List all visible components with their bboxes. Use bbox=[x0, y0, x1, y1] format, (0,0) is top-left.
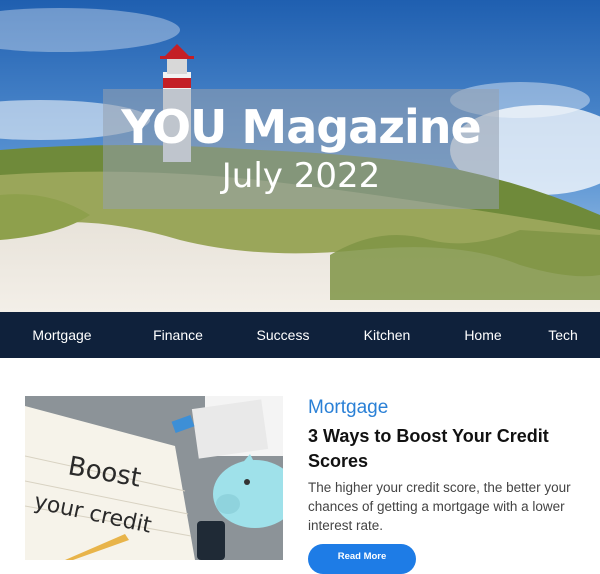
category-nav-bar: Mortgage Finance Success Kitchen Home Te… bbox=[0, 312, 600, 358]
article-image[interactable]: Boost your credit bbox=[25, 396, 283, 560]
nav-item-finance[interactable]: Finance bbox=[138, 312, 218, 358]
magazine-title: YOU Magazine bbox=[121, 100, 481, 154]
article-headline[interactable]: 3 Ways to Boost Your Credit Scores bbox=[308, 424, 578, 474]
read-more-button[interactable]: Read More bbox=[308, 544, 416, 574]
article-category[interactable]: Mortgage bbox=[308, 396, 388, 420]
nav-item-home[interactable]: Home bbox=[443, 312, 523, 358]
nav-item-success[interactable]: Success bbox=[243, 312, 323, 358]
nav-item-kitchen[interactable]: Kitchen bbox=[347, 312, 427, 358]
nav-item-mortgage[interactable]: Mortgage bbox=[22, 312, 102, 358]
nav-item-tech[interactable]: Tech bbox=[530, 312, 596, 358]
issue-date: July 2022 bbox=[221, 156, 381, 196]
hero-banner: YOU Magazine July 2022 bbox=[0, 0, 600, 312]
credit-notebook-illustration: Boost your credit bbox=[25, 396, 283, 560]
article-summary: The higher your credit score, the better… bbox=[308, 480, 571, 533]
